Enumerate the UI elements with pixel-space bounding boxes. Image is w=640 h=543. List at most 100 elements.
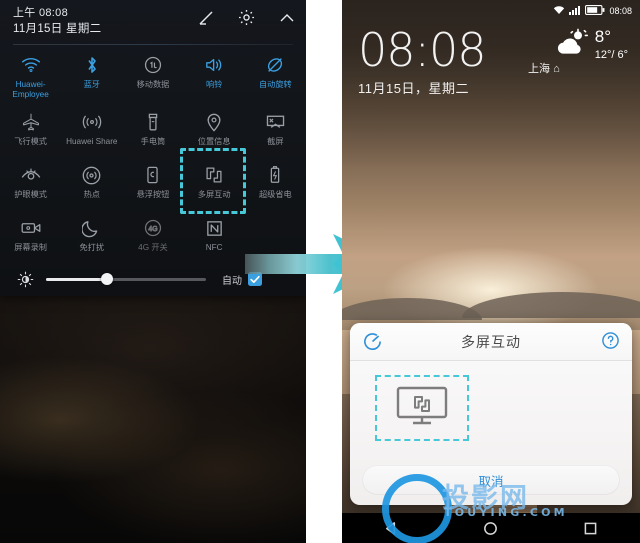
toggle-label: 热点 [83, 190, 100, 199]
toggle-eye-comfort[interactable]: 护眼模式 [0, 158, 61, 211]
weather-widget[interactable]: 8° 12°/ 6° [556, 28, 628, 63]
toggle-airplane[interactable]: 飞行模式 [0, 105, 61, 158]
multi-screen-dialog: 多屏互动 取消 [350, 323, 632, 505]
toggle-label: 4G 开关 [138, 243, 168, 252]
screenshot-root: 上午 08:08 11月15日 星期二 Huawei-Employee 蓝牙 移… [0, 0, 640, 543]
hotspot-icon [81, 162, 102, 188]
distant-hill [462, 292, 640, 318]
battery-icon [585, 5, 605, 17]
panel-header: 上午 08:08 11月15日 星期二 [0, 0, 306, 45]
toggle-label: NFC [205, 243, 223, 252]
toggle-4g[interactable]: 4G 4G 开关 [122, 211, 183, 264]
brightness-knob[interactable] [101, 273, 113, 285]
navigation-bar [342, 513, 640, 543]
toggle-mobile-data[interactable]: 移动数据 [122, 48, 183, 105]
toggle-label: 蓝牙 [83, 80, 100, 89]
auto-brightness-label: 自动 [222, 275, 242, 287]
help-icon[interactable] [601, 331, 620, 355]
partly-cloudy-icon [556, 28, 590, 61]
quick-settings-panel: 上午 08:08 11月15日 星期二 Huawei-Employee 蓝牙 移… [0, 0, 306, 296]
floating-dock-icon [145, 162, 160, 188]
do-not-disturb-icon [82, 215, 101, 241]
toggle-label: 响铃 [205, 80, 223, 89]
nav-home-icon[interactable] [482, 520, 499, 537]
status-bar: 08:08 [553, 5, 632, 17]
chevron-up-icon[interactable] [278, 11, 296, 25]
screen-record-icon [20, 215, 42, 241]
toggle-do-not-disturb[interactable]: 免打扰 [61, 211, 122, 264]
toggle-flashlight[interactable]: 手电筒 [122, 105, 183, 158]
svg-text:4G: 4G [148, 226, 157, 233]
huawei-share-icon [81, 109, 103, 135]
toggle-screen-record[interactable]: 屏幕录制 [0, 211, 61, 264]
lock-screen-top: 08:08 08:08 上海 ⌂ 11月15日，星期二 8° 12°/ 6° [342, 0, 640, 150]
toggle-nfc[interactable]: NFC [184, 211, 245, 264]
toggle-row: 护眼模式 热点 悬浮按钮 多屏互动 超级省电 [0, 158, 306, 211]
toggle-wifi[interactable]: Huawei-Employee [0, 48, 61, 105]
nav-back-icon[interactable] [383, 520, 400, 537]
toggle-ultra-power-saving[interactable]: 超级省电 [245, 158, 306, 211]
cancel-button[interactable]: 取消 [362, 465, 620, 495]
header-divider [13, 44, 293, 45]
toggle-label: 飞行模式 [14, 137, 47, 146]
toggle-auto-rotate[interactable]: 自动旋转 [245, 48, 306, 105]
status-bar-time: 08:08 [609, 6, 632, 16]
toggle-floating-dock[interactable]: 悬浮按钮 [122, 158, 183, 211]
toggle-huawei-share[interactable]: Huawei Share [61, 105, 122, 158]
toggle-label: Huawei Share [66, 137, 118, 146]
lock-clock: 08:08 [358, 23, 487, 77]
auto-brightness-checkbox[interactable] [248, 272, 262, 286]
dialog-header: 多屏互动 [350, 323, 632, 361]
phone-gap [306, 0, 342, 543]
toggle-label: 护眼模式 [14, 190, 47, 199]
eye-comfort-icon [20, 162, 42, 188]
toggle-label: 手电筒 [140, 137, 166, 146]
toggle-label: 移动数据 [136, 80, 170, 89]
toggle-ringer[interactable]: 响铃 [184, 48, 245, 105]
toggle-hotspot[interactable]: 热点 [61, 158, 122, 211]
toggle-label: 位置信息 [197, 137, 231, 146]
mobile-data-icon [143, 52, 163, 78]
auto-rotate-icon [265, 52, 285, 78]
bluetooth-icon [84, 52, 100, 78]
airplane-icon [21, 109, 41, 135]
toggle-label: 截屏 [267, 137, 284, 146]
settings-icon[interactable] [237, 8, 256, 27]
toggle-row: Huawei-Employee 蓝牙 移动数据 响铃 自动旋转 [0, 48, 306, 105]
distant-hill [342, 298, 482, 320]
signal-icon [569, 5, 581, 17]
dialog-body [350, 361, 632, 461]
monitor-cast-icon [394, 384, 450, 433]
screenshot-icon [265, 109, 286, 135]
toggle-label: 屏幕录制 [14, 243, 47, 252]
toggle-row: 飞行模式 Huawei Share 手电筒 位置信息 截屏 [0, 105, 306, 158]
nav-recents-icon[interactable] [582, 520, 599, 537]
toggle-label: Huawei-Employee [12, 80, 49, 99]
toggle-location[interactable]: 位置信息 [184, 105, 245, 158]
four-g-icon: 4G [143, 215, 163, 241]
status-date: 11月15日 星期二 [13, 23, 102, 35]
weather-temp: 8° [594, 27, 611, 46]
ringer-icon [204, 52, 224, 78]
brightness-row: 自动 [0, 262, 306, 296]
toggle-bluetooth[interactable]: 蓝牙 [61, 48, 122, 105]
home-marker-icon: ⌂ [553, 63, 560, 75]
toggle-label: 免打扰 [79, 243, 105, 252]
multi-screen-icon [204, 162, 224, 188]
right-phone: 08:08 08:08 上海 ⌂ 11月15日，星期二 8° 12°/ 6° 多… [342, 0, 640, 543]
left-phone: 上午 08:08 11月15日 星期二 Huawei-Employee 蓝牙 移… [0, 0, 306, 543]
flashlight-icon [146, 109, 160, 135]
toggle-empty-slot [245, 211, 306, 264]
status-time: 上午 08:08 [13, 7, 68, 19]
toggle-screenshot[interactable]: 截屏 [245, 105, 306, 158]
nfc-icon [205, 215, 224, 241]
weather-range: 12°/ 6° [594, 49, 628, 61]
lock-date: 11月15日，星期二 [358, 81, 469, 96]
wifi-icon [553, 5, 565, 17]
ultra-power-saving-icon [268, 162, 282, 188]
brightness-slider[interactable] [46, 273, 206, 285]
edit-icon[interactable] [197, 9, 215, 27]
toggle-multi-screen[interactable]: 多屏互动 [184, 158, 245, 211]
device-slot[interactable] [375, 375, 469, 441]
location-icon [205, 109, 223, 135]
